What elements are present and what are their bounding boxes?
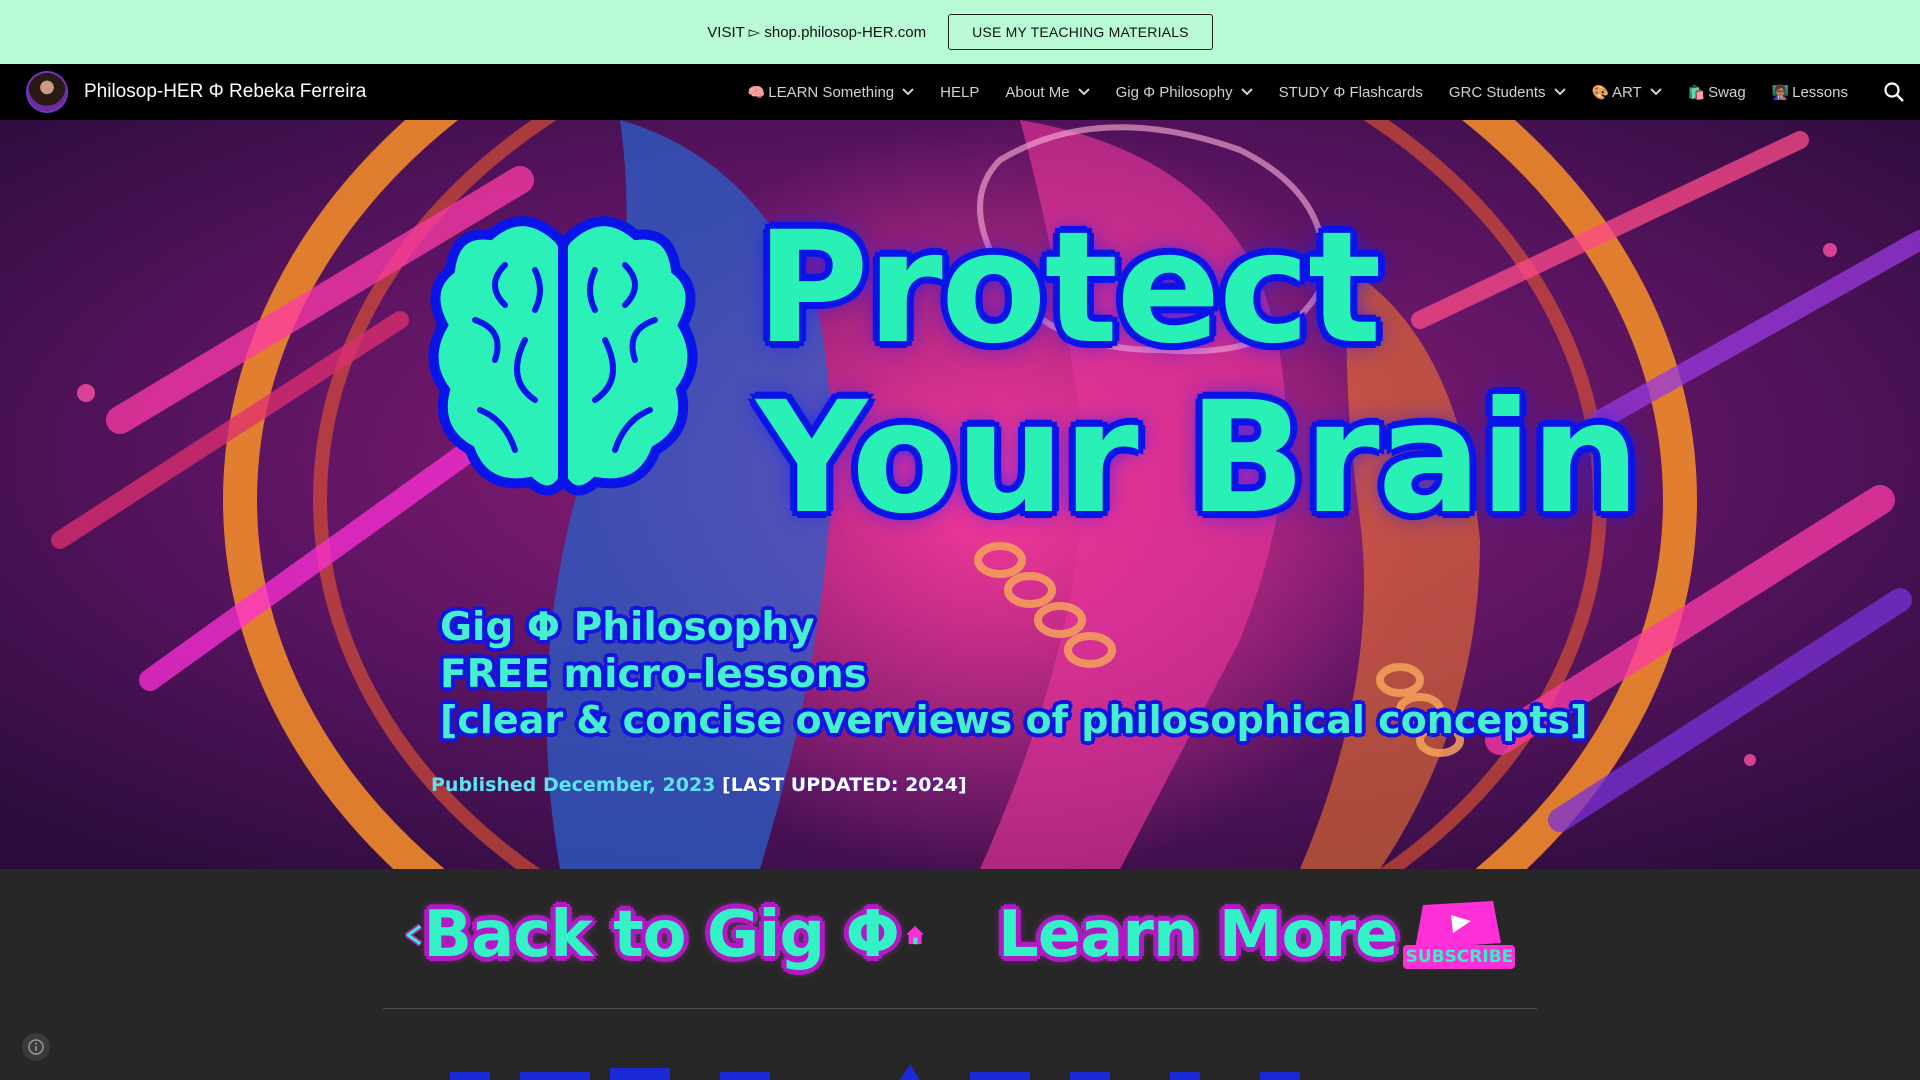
- hero-subtitle-line2: FREE micro-lessons: [440, 652, 867, 697]
- updated-text: [LAST UPDATED: 2024]: [722, 774, 967, 796]
- nav-item-label: Gig Φ Philosophy: [1115, 83, 1233, 101]
- nav-item-label: GRC Students: [1448, 83, 1546, 101]
- next-section-peek: [450, 1064, 1300, 1080]
- learn-more-button[interactable]: Learn More SUBSCRIBE: [998, 890, 1516, 980]
- hero-banner: Protect Your Brain Gig Φ Philosophy FREE…: [0, 120, 1920, 869]
- brain-logo-icon: [428, 216, 698, 496]
- back-button-label: Back to Gig Φ: [423, 898, 900, 972]
- learn-more-label: Learn More: [998, 898, 1398, 972]
- subscribe-label: SUBSCRIBE: [1405, 947, 1514, 967]
- chevron-down-icon[interactable]: [1077, 88, 1090, 96]
- site-header: Philosop-HER Φ Rebeka Ferreira 🧠 LEARN S…: [0, 64, 1920, 120]
- nav-item-help[interactable]: HELP: [940, 64, 979, 120]
- search-icon[interactable]: [1882, 80, 1906, 104]
- chevron-down-icon[interactable]: [1553, 88, 1566, 96]
- hero-headline-line2: Your Brain: [756, 369, 1640, 548]
- chevron-down-icon[interactable]: [1240, 88, 1253, 96]
- nav-item-art[interactable]: 🎨 ART: [1592, 64, 1662, 120]
- nav-item-grc-students[interactable]: GRC Students: [1449, 64, 1566, 120]
- nav-item-learn-something[interactable]: 🧠 LEARN Something: [748, 64, 914, 120]
- announcement-text: VISIT ▻ shop.philosop-HER.com: [707, 24, 927, 41]
- nav-item-label: Lessons: [1792, 83, 1848, 101]
- published-text: Published December, 2023: [431, 774, 716, 796]
- nav-item-swag[interactable]: 🛍️ Swag: [1688, 64, 1746, 120]
- site-title[interactable]: Philosop-HER Φ Rebeka Ferreira: [84, 64, 366, 120]
- nav-item-lessons[interactable]: 👩🏽‍🏫 Lessons: [1772, 64, 1848, 120]
- teacher-icon: 👩🏽‍🏫: [1771, 83, 1790, 100]
- chevron-down-icon[interactable]: [902, 88, 914, 96]
- brain-icon: 🧠: [747, 83, 766, 100]
- nav-item-label: Swag: [1708, 83, 1746, 101]
- arrow-left-icon: [405, 923, 423, 947]
- nav-item-label: LEARN Something: [768, 83, 895, 101]
- hero-subtitle-line3: [clear & concise overviews of philosophi…: [440, 698, 1588, 742]
- teaching-materials-button[interactable]: USE MY TEACHING MATERIALS: [948, 14, 1213, 50]
- main-nav: 🧠 LEARN Something HELP About Me Gig Φ Ph…: [722, 64, 1848, 120]
- nav-item-label: About Me: [1005, 83, 1070, 101]
- site-logo-avatar[interactable]: [28, 73, 66, 111]
- nav-item-about-me[interactable]: About Me: [1005, 64, 1090, 120]
- home-icon: [906, 925, 924, 945]
- chevron-down-icon[interactable]: [1650, 88, 1662, 96]
- palette-icon: 🎨: [1591, 83, 1609, 100]
- shopping-bags-icon: 🛍️: [1687, 83, 1706, 100]
- subscribe-badge: SUBSCRIBE: [1403, 899, 1516, 971]
- info-icon[interactable]: [22, 1033, 50, 1061]
- nav-item-gig-philosophy[interactable]: Gig Φ Philosophy: [1116, 64, 1253, 120]
- nav-item-label: HELP: [940, 83, 980, 101]
- hero-headline-line1: Protect: [756, 199, 1382, 378]
- section-divider: [383, 1008, 1537, 1009]
- announcement-bar: VISIT ▻ shop.philosop-HER.com USE MY TEA…: [0, 0, 1920, 64]
- nav-item-label: ART: [1611, 83, 1642, 101]
- publish-date: Published December, 2023 [LAST UPDATED: …: [431, 774, 967, 796]
- hero-subtitle-line1: Gig Φ Philosophy: [440, 605, 815, 650]
- nav-item-study-flashcards[interactable]: STUDY Φ Flashcards: [1279, 64, 1423, 120]
- nav-item-label: STUDY Φ Flashcards: [1278, 83, 1423, 101]
- back-to-gig-button[interactable]: Back to Gig Φ: [405, 890, 925, 980]
